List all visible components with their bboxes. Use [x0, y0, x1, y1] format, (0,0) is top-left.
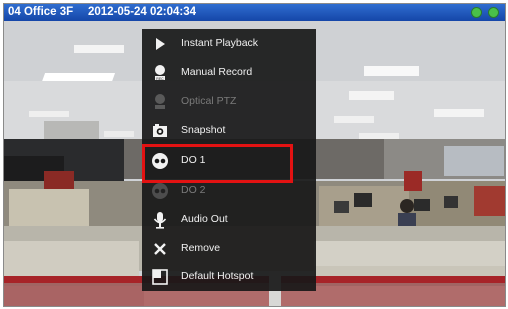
menu-item-label: Default Hotspot [181, 270, 254, 282]
digital-output-icon [150, 181, 170, 201]
menu-item-label: Snapshot [181, 124, 226, 136]
play-icon [150, 34, 170, 54]
camera-timestamp: 2012-05-24 02:04:34 [88, 6, 197, 18]
menu-item-optical-ptz: Optical PTZ [142, 87, 316, 116]
camera-titlebar: 04 Office 3F 2012-05-24 02:04:34 [4, 4, 505, 21]
menu-item-audio-out[interactable]: Audio Out [142, 205, 316, 234]
ptz-icon [150, 92, 170, 112]
menu-item-label: Optical PTZ [181, 95, 237, 107]
menu-item-default-hotspot[interactable]: Default Hotspot [142, 262, 316, 291]
camera-icon [150, 121, 170, 141]
menu-item-label: Manual Record [181, 66, 253, 78]
menu-item-remove[interactable]: Remove [142, 234, 316, 263]
svg-text:REC: REC [156, 77, 164, 81]
menu-item-instant-playback[interactable]: Instant Playback [142, 29, 316, 58]
status-dot-icon [488, 7, 499, 18]
selection-highlight-box [142, 144, 293, 183]
status-dot-icon [470, 7, 482, 18]
menu-item-label: Audio Out [181, 213, 228, 225]
microphone-icon [150, 210, 170, 230]
close-icon [150, 239, 170, 259]
camera-name: 04 Office 3F [8, 6, 74, 18]
camera-view-frame[interactable]: 04 Office 3F 2012-05-24 02:04:34 Instant… [3, 3, 506, 307]
menu-item-snapshot[interactable]: Snapshot [142, 116, 316, 145]
menu-item-manual-record[interactable]: REC Manual Record [142, 58, 316, 87]
menu-item-label: Remove [181, 242, 221, 254]
hotspot-icon [150, 267, 170, 287]
menu-item-label: Instant Playback [181, 37, 259, 49]
record-icon: REC [150, 63, 170, 83]
status-indicators [468, 7, 499, 24]
